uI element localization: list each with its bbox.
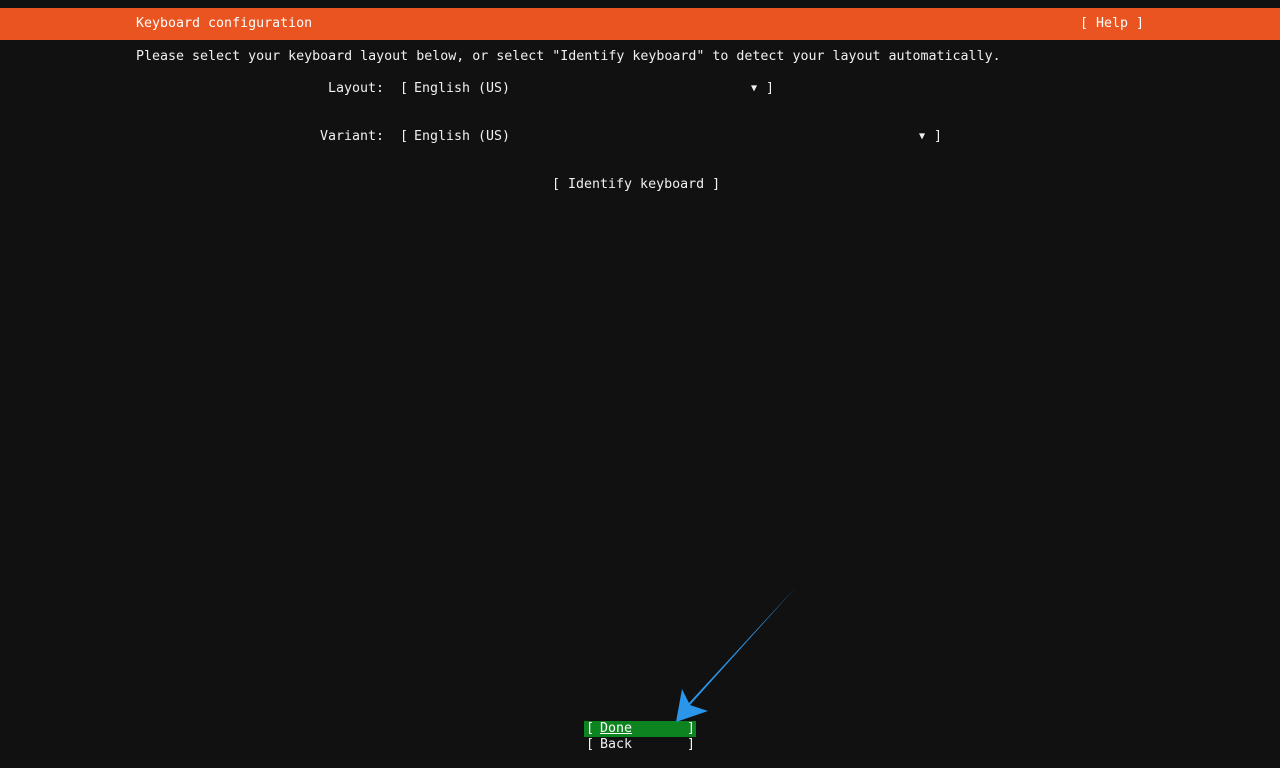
layout-value: English (US) — [414, 81, 511, 96]
bracket-left: [ — [400, 81, 409, 96]
instructions-text: Please select your keyboard layout below… — [136, 49, 1001, 64]
bracket-left: [ — [586, 721, 595, 736]
variant-dropdown[interactable]: [ English (US) ▼ ] — [400, 129, 948, 145]
back-label: Back — [600, 737, 633, 752]
layout-label: Layout: — [328, 81, 385, 96]
back-button[interactable]: [ Back ] — [584, 737, 696, 753]
dropdown-arrow-icon: ▼ — [919, 131, 926, 142]
done-button[interactable]: [ Done ] — [584, 721, 696, 737]
help-button[interactable]: [ Help ] — [1080, 16, 1144, 32]
bracket-right: ] — [934, 129, 943, 144]
bracket-right: ] — [687, 737, 696, 752]
annotation-arrow-icon — [676, 587, 796, 722]
page-title: Keyboard configuration — [136, 16, 313, 31]
bracket-right: ] — [687, 721, 696, 736]
identify-keyboard-button[interactable]: [ Identify keyboard ] — [552, 177, 720, 193]
bracket-right: ] — [766, 81, 775, 96]
layout-dropdown[interactable]: [ English (US) ▼ ] — [400, 81, 780, 97]
bracket-left: [ — [400, 129, 409, 144]
variant-value: English (US) — [414, 129, 511, 144]
bracket-left: [ — [586, 737, 595, 752]
done-label: Done — [600, 721, 633, 736]
dropdown-arrow-icon: ▼ — [751, 83, 758, 94]
variant-label: Variant: — [320, 129, 385, 144]
header-bar: Keyboard configuration [ Help ] — [0, 8, 1280, 40]
